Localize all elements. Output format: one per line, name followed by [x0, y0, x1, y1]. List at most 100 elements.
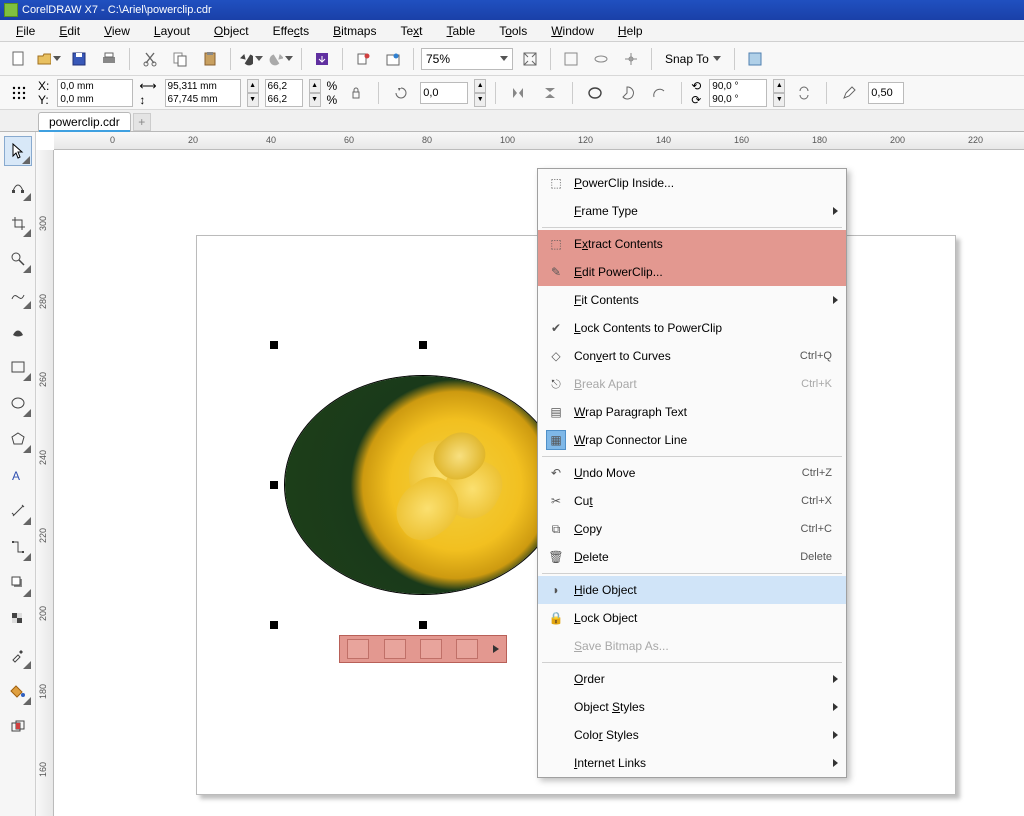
- freehand-tool-icon[interactable]: [4, 280, 32, 310]
- swap-angle-icon[interactable]: [791, 80, 817, 106]
- show-grid-icon[interactable]: [588, 46, 614, 72]
- rectangle-tool-icon[interactable]: [4, 352, 32, 382]
- pc-edit-icon[interactable]: [347, 639, 369, 659]
- snap-to-dropdown[interactable]: Snap To: [659, 52, 727, 66]
- eyedropper-tool-icon[interactable]: [4, 640, 32, 670]
- end-angle-input[interactable]: [710, 93, 766, 106]
- show-rulers-icon[interactable]: [558, 46, 584, 72]
- menu-item-convert-to-curves[interactable]: ◇Convert to CurvesCtrl+Q: [538, 342, 846, 370]
- handle-tl[interactable]: [270, 341, 278, 349]
- menu-item-frame-type[interactable]: Frame Type: [538, 197, 846, 225]
- menu-item-order[interactable]: Order: [538, 665, 846, 693]
- selected-object[interactable]: ×: [274, 345, 572, 625]
- show-guide-icon[interactable]: [618, 46, 644, 72]
- import-icon[interactable]: [309, 46, 335, 72]
- menu-tools[interactable]: Tools: [489, 22, 537, 40]
- menu-item-hide-object[interactable]: ◗Hide Object: [538, 576, 846, 604]
- doc-tab[interactable]: powerclip.cdr: [38, 112, 131, 131]
- menu-item-object-styles[interactable]: Object Styles: [538, 693, 846, 721]
- menu-view[interactable]: View: [94, 22, 140, 40]
- start-angle-input[interactable]: [710, 80, 766, 93]
- pick-tool-icon[interactable]: [4, 136, 32, 166]
- scale-y-input[interactable]: [266, 93, 302, 106]
- open-icon[interactable]: [36, 46, 62, 72]
- lock-ratio-icon[interactable]: [343, 80, 369, 106]
- copy-icon[interactable]: [167, 46, 193, 72]
- outline-width-input[interactable]: [868, 82, 904, 104]
- menu-table[interactable]: Table: [437, 22, 486, 40]
- menu-item-delete[interactable]: 🗑DeleteDelete: [538, 543, 846, 571]
- menu-effects[interactable]: Effects: [263, 22, 319, 40]
- powerclip-ellipse[interactable]: [284, 375, 562, 595]
- y-input[interactable]: [58, 93, 132, 106]
- polygon-tool-icon[interactable]: [4, 424, 32, 454]
- shape-tool-icon[interactable]: [4, 172, 32, 202]
- menu-item-color-styles[interactable]: Color Styles: [538, 721, 846, 749]
- menu-text[interactable]: Text: [390, 22, 432, 40]
- menu-item-fit-contents[interactable]: Fit Contents: [538, 286, 846, 314]
- menu-item-wrap-paragraph-text[interactable]: ▤Wrap Paragraph Text: [538, 398, 846, 426]
- save-icon[interactable]: [66, 46, 92, 72]
- canvas[interactable]: 020406080100120140160180200220 300280260…: [36, 132, 1024, 816]
- width-input[interactable]: [166, 80, 240, 93]
- menu-item-internet-links[interactable]: Internet Links: [538, 749, 846, 777]
- pc-select-icon[interactable]: [384, 639, 406, 659]
- scale-box[interactable]: [265, 79, 303, 107]
- menu-item-undo-move[interactable]: ↶Undo MoveCtrl+Z: [538, 459, 846, 487]
- rotation-input[interactable]: [420, 82, 468, 104]
- height-input[interactable]: [166, 93, 240, 106]
- text-tool-icon[interactable]: A: [4, 460, 32, 490]
- menu-help[interactable]: Help: [608, 22, 653, 40]
- pie-icon[interactable]: [614, 80, 640, 106]
- menu-edit[interactable]: Edit: [49, 22, 90, 40]
- arc-icon[interactable]: [646, 80, 672, 106]
- x-input[interactable]: [58, 80, 132, 93]
- handle-l[interactable]: [270, 481, 278, 489]
- drop-shadow-icon[interactable]: [4, 568, 32, 598]
- menu-item-wrap-connector-line[interactable]: ▦Wrap Connector Line: [538, 426, 846, 454]
- ellipse-tool-icon[interactable]: [4, 388, 32, 418]
- export-icon[interactable]: [350, 46, 376, 72]
- print-icon[interactable]: [96, 46, 122, 72]
- menu-bitmaps[interactable]: Bitmaps: [323, 22, 386, 40]
- pc-extract-icon[interactable]: [420, 639, 442, 659]
- angle-box[interactable]: [709, 79, 767, 107]
- smart-fill-icon[interactable]: [4, 712, 32, 742]
- handle-b[interactable]: [419, 621, 427, 629]
- menu-window[interactable]: Window: [541, 22, 604, 40]
- connector-tool-icon[interactable]: [4, 532, 32, 562]
- menu-item-lock-contents-to-powerclip[interactable]: ✔Lock Contents to PowerClip: [538, 314, 846, 342]
- interactive-fill-icon[interactable]: [4, 676, 32, 706]
- size-box[interactable]: [165, 79, 241, 107]
- handle-t[interactable]: [419, 341, 427, 349]
- parallel-dim-icon[interactable]: [4, 496, 32, 526]
- menu-layout[interactable]: Layout: [144, 22, 200, 40]
- transparency-tool-icon[interactable]: [4, 604, 32, 634]
- mirror-v-icon[interactable]: [537, 80, 563, 106]
- publish-icon[interactable]: [380, 46, 406, 72]
- pc-lock-icon[interactable]: [456, 639, 478, 659]
- menu-item-cut[interactable]: ✂CutCtrl+X: [538, 487, 846, 515]
- position-box[interactable]: [57, 79, 133, 107]
- menu-object[interactable]: Object: [204, 22, 259, 40]
- scale-x-input[interactable]: [266, 80, 302, 93]
- menu-item-powerclip-inside-[interactable]: ⬚PowerClip Inside...: [538, 169, 846, 197]
- crop-tool-icon[interactable]: [4, 208, 32, 238]
- new-icon[interactable]: [6, 46, 32, 72]
- menu-item-copy[interactable]: ⧉CopyCtrl+C: [538, 515, 846, 543]
- undo-icon[interactable]: [238, 46, 264, 72]
- handle-bl[interactable]: [270, 621, 278, 629]
- menu-item-edit-powerclip-[interactable]: ✎Edit PowerClip...: [538, 258, 846, 286]
- artistic-media-icon[interactable]: [4, 316, 32, 346]
- menu-file[interactable]: File: [6, 22, 45, 40]
- mirror-h-icon[interactable]: [505, 80, 531, 106]
- options-icon[interactable]: [742, 46, 768, 72]
- object-position-icon[interactable]: [6, 80, 32, 106]
- new-tab-button[interactable]: +: [133, 113, 151, 131]
- redo-icon[interactable]: [268, 46, 294, 72]
- zoom-select[interactable]: 75%: [421, 48, 513, 70]
- zoom-tool-icon[interactable]: [4, 244, 32, 274]
- full-screen-icon[interactable]: [517, 46, 543, 72]
- ellipse-type-icon[interactable]: [582, 80, 608, 106]
- menu-item-lock-object[interactable]: 🔒Lock Object: [538, 604, 846, 632]
